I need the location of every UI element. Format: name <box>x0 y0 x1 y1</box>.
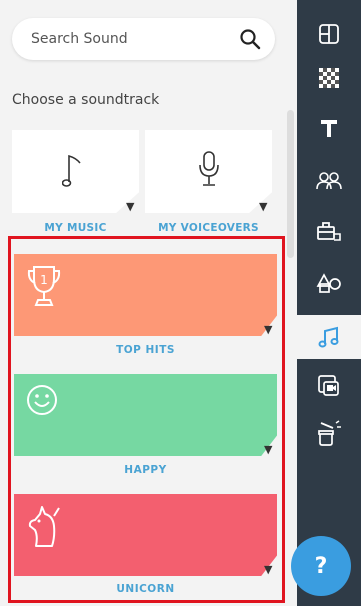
unicorn-icon <box>28 506 60 547</box>
happy-caret[interactable]: ▼ <box>264 443 272 456</box>
music-icon <box>318 326 339 348</box>
search-bar[interactable]: Search Sound <box>12 18 275 60</box>
help-button[interactable]: ? <box>291 536 351 596</box>
layout-icon <box>319 24 339 44</box>
tool-background[interactable] <box>297 56 361 100</box>
characters-icon <box>316 172 342 190</box>
text-icon <box>321 120 337 137</box>
shapes-icon <box>316 273 341 293</box>
effects-icon <box>318 420 341 446</box>
tool-media[interactable] <box>297 364 361 408</box>
my-voiceovers-label: MY VOICEOVERS <box>158 222 259 234</box>
search-icon[interactable] <box>239 28 261 50</box>
tool-layout[interactable] <box>297 12 361 56</box>
top-hits-caret[interactable]: ▼ <box>264 323 272 336</box>
right-toolbar <box>297 0 361 606</box>
top-hits-label: TOP HITS <box>116 344 175 356</box>
svg-text:1: 1 <box>40 273 48 287</box>
my-voiceovers-caret[interactable]: ▼ <box>259 200 267 213</box>
search-input[interactable]: Search Sound <box>31 31 239 47</box>
tool-text[interactable] <box>297 106 361 150</box>
category-card-top-hits[interactable]: 1 <box>14 254 277 336</box>
my-music-label: MY MUSIC <box>44 222 107 234</box>
tool-effects[interactable] <box>297 411 361 455</box>
media-icon <box>318 375 339 396</box>
tool-props[interactable] <box>297 209 361 253</box>
my-music-caret[interactable]: ▼ <box>126 200 134 213</box>
my-voiceovers-tile[interactable] <box>145 130 272 213</box>
section-heading: Choose a soundtrack <box>12 92 160 108</box>
category-card-happy[interactable] <box>14 374 277 456</box>
happy-label: HAPPY <box>124 464 167 476</box>
background-icon <box>319 68 339 88</box>
tool-music[interactable] <box>297 315 361 359</box>
microphone-icon <box>199 151 219 186</box>
tool-shapes[interactable] <box>297 261 361 305</box>
tool-characters[interactable] <box>297 158 361 202</box>
props-icon <box>317 222 341 241</box>
unicorn-caret[interactable]: ▼ <box>264 563 272 576</box>
my-music-tile[interactable] <box>12 130 139 213</box>
music-note-icon <box>62 154 81 187</box>
category-card-unicorn[interactable] <box>14 494 277 576</box>
smiley-icon <box>27 385 57 415</box>
panel-scrollbar[interactable] <box>287 110 294 258</box>
sound-panel: Search Sound Choose a soundtrack ▼ MY MU… <box>0 0 296 606</box>
unicorn-label: UNICORN <box>116 583 175 595</box>
trophy-icon: 1 <box>27 266 61 306</box>
